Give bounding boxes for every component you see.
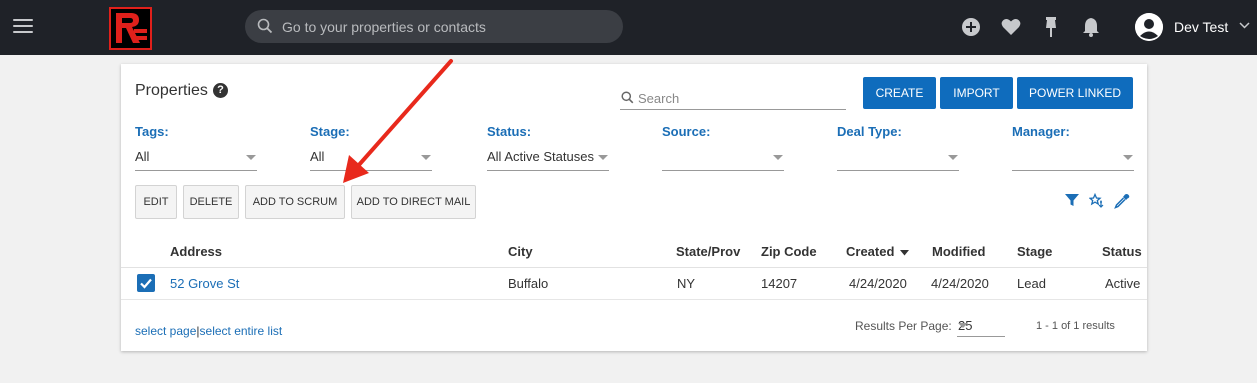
filter-icon[interactable] [1065, 193, 1081, 209]
create-button[interactable]: CREATE [863, 77, 936, 109]
top-navigation-bar: Dev Test [0, 0, 1257, 55]
filter-label: Tags: [135, 124, 169, 139]
add-circle-icon[interactable] [961, 17, 983, 39]
sort-desc-icon [900, 249, 910, 256]
column-header-city[interactable]: City [508, 244, 533, 259]
search-icon [621, 91, 634, 104]
user-avatar-icon [1135, 13, 1163, 41]
source-select[interactable] [662, 147, 784, 171]
column-header-status[interactable]: Status [1102, 244, 1142, 259]
dropdown-arrow-icon [773, 155, 783, 160]
row-created: 4/24/2020 [849, 276, 907, 291]
heart-icon[interactable] [1001, 18, 1023, 40]
bell-icon[interactable] [1082, 17, 1104, 39]
results-per-page-select[interactable]: 25 [957, 314, 1005, 337]
dropdown-arrow-icon [598, 155, 608, 160]
hamburger-menu-icon[interactable] [13, 19, 33, 35]
tags-select[interactable]: All [135, 147, 257, 171]
status-select[interactable]: All Active Statuses [487, 147, 609, 171]
row-checkbox[interactable] [137, 274, 155, 292]
row-status: Active [1105, 276, 1141, 291]
table-row[interactable]: 52 Grove St Buffalo NY 14207 4/24/2020 4… [121, 268, 1147, 299]
filter-value: All [135, 149, 150, 164]
properties-search-input[interactable] [638, 88, 838, 108]
power-linked-button[interactable]: POWER LINKED [1017, 77, 1133, 109]
selection-links: select page|select entire list [135, 324, 282, 338]
deal-type-select[interactable] [837, 147, 959, 171]
row-state: NY [677, 276, 696, 291]
properties-card: Properties ? CREATE IMPORT POWER LINKED … [121, 64, 1147, 351]
filter-value: All Active Statuses [487, 149, 594, 164]
dropdown-arrow-icon [958, 323, 968, 328]
filter-label: Deal Type: [837, 124, 902, 139]
dropdown-arrow-icon [421, 155, 431, 160]
filter-label: Stage: [310, 124, 350, 139]
add-to-scrum-button[interactable]: ADD TO SCRUM [245, 185, 345, 219]
manager-select[interactable] [1012, 147, 1134, 171]
column-header-address[interactable]: Address [170, 244, 222, 259]
global-search-input[interactable] [282, 10, 612, 43]
column-header-zip[interactable]: Zip Code [761, 244, 817, 259]
pin-icon[interactable] [1043, 16, 1065, 38]
dropdown-arrow-icon [246, 155, 256, 160]
help-icon[interactable]: ? [213, 83, 228, 98]
import-button[interactable]: IMPORT [940, 77, 1013, 109]
global-search[interactable] [245, 10, 623, 43]
select-entire-list-link[interactable]: select entire list [200, 324, 283, 338]
column-header-created[interactable]: Created [846, 244, 910, 259]
page-title: Properties [135, 82, 208, 99]
row-stage: Lead [1017, 276, 1046, 291]
row-zip: 14207 [761, 276, 798, 291]
properties-search[interactable] [620, 86, 846, 110]
add-to-direct-mail-button[interactable]: ADD TO DIRECT MAIL [351, 185, 476, 219]
star-sort-icon[interactable] [1088, 192, 1105, 209]
eyedropper-icon[interactable] [1114, 193, 1130, 209]
delete-button[interactable]: DELETE [183, 185, 239, 219]
column-header-state[interactable]: State/Prov [676, 244, 740, 259]
results-per-page-label: Results Per Page: [855, 319, 952, 333]
filter-label: Manager: [1012, 124, 1070, 139]
column-header-created-label: Created [846, 244, 895, 259]
row-modified: 4/24/2020 [931, 276, 989, 291]
select-page-link[interactable]: select page [135, 324, 196, 338]
row-address-link[interactable]: 52 Grove St [170, 276, 239, 291]
dropdown-arrow-icon [1123, 155, 1133, 160]
app-logo[interactable] [109, 7, 152, 50]
filter-label: Status: [487, 124, 532, 139]
row-city: Buffalo [508, 276, 549, 291]
filter-label: Source: [662, 124, 711, 139]
edit-button[interactable]: EDIT [135, 185, 177, 219]
column-header-stage[interactable]: Stage [1017, 244, 1052, 259]
filter-value: All [310, 149, 325, 164]
search-icon [257, 18, 273, 34]
results-count: 1 - 1 of 1 results [1036, 320, 1115, 332]
column-header-modified[interactable]: Modified [932, 244, 985, 259]
stage-select[interactable]: All [310, 147, 432, 171]
chevron-down-icon [1239, 22, 1250, 29]
user-name: Dev Test [1174, 19, 1229, 35]
table-bottom-divider [121, 299, 1147, 300]
dropdown-arrow-icon [948, 155, 958, 160]
